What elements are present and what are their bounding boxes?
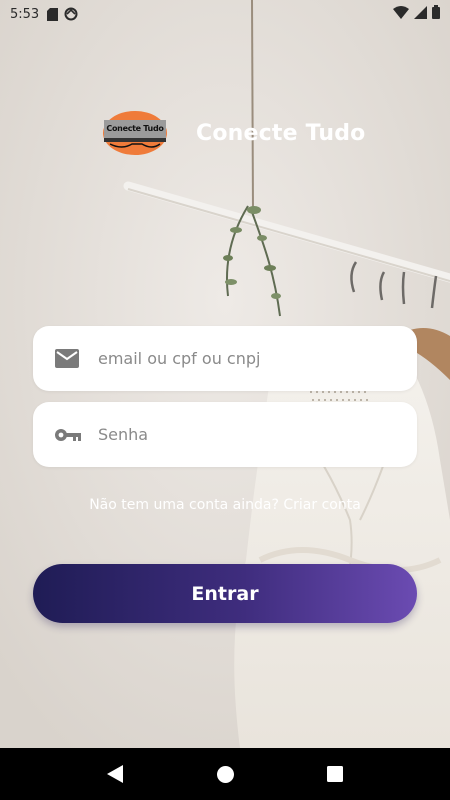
password-input[interactable]: [98, 425, 398, 444]
password-field[interactable]: [33, 402, 417, 467]
back-icon[interactable]: [95, 754, 135, 794]
sync-icon: [64, 7, 78, 21]
status-bar: 5:53: [0, 0, 450, 28]
signup-prompt: Não tem uma conta ainda?: [89, 497, 279, 513]
home-icon[interactable]: [205, 754, 245, 794]
status-time: 5:53: [10, 6, 40, 22]
email-input[interactable]: [98, 349, 398, 368]
signup-row: Não tem uma conta ainda? Criar conta: [0, 497, 450, 513]
logo-text: Conecte Tudo: [106, 124, 164, 133]
recents-icon[interactable]: [315, 754, 355, 794]
email-icon: [55, 349, 79, 368]
login-button[interactable]: Entrar: [33, 564, 417, 623]
wifi-icon: [393, 5, 409, 23]
battery-icon: [432, 5, 440, 23]
sd-card-icon: [47, 7, 59, 21]
email-field[interactable]: [33, 326, 417, 391]
app-title: Conecte Tudo: [196, 121, 366, 146]
brand-logo: Conecte Tudo: [102, 110, 168, 156]
navigation-bar: [0, 748, 450, 800]
signal-icon: [414, 5, 427, 23]
key-icon: [55, 428, 81, 442]
create-account-link[interactable]: Criar conta: [283, 497, 360, 513]
